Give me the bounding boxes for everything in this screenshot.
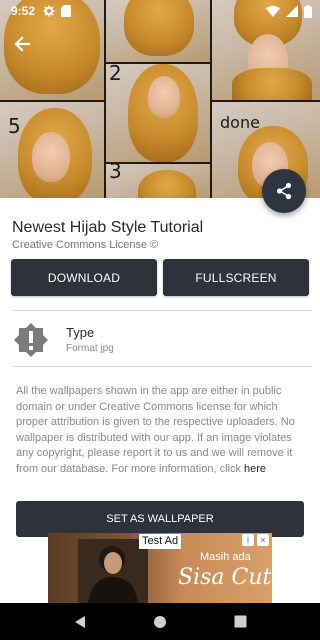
tutorial-step-tile: 3 bbox=[106, 164, 210, 198]
ad-headline: Masih ada bbox=[200, 551, 251, 563]
system-nav-bar bbox=[0, 603, 320, 640]
set-as-wallpaper-button[interactable]: SET AS WALLPAPER bbox=[16, 501, 304, 537]
share-icon bbox=[276, 182, 292, 200]
step-number-label: 2 bbox=[109, 64, 122, 85]
share-button[interactable] bbox=[262, 169, 306, 213]
back-button[interactable] bbox=[8, 30, 36, 58]
divider bbox=[12, 366, 312, 367]
divider bbox=[12, 310, 312, 311]
ad-choices[interactable]: i × bbox=[242, 534, 269, 546]
status-time: 9:52 bbox=[11, 4, 36, 18]
signal-icon bbox=[286, 5, 298, 17]
back-icon[interactable] bbox=[73, 615, 87, 629]
disclaimer-text: All the wallpapers shown in the app are … bbox=[16, 385, 295, 475]
test-ad-tag: Test Ad bbox=[139, 534, 182, 549]
wifi-icon bbox=[266, 5, 280, 17]
copyright-disclaimer: All the wallpapers shown in the app are … bbox=[16, 384, 308, 478]
fullscreen-button[interactable]: FULLSCREEN bbox=[163, 259, 309, 296]
status-bar: 9:52 bbox=[0, 0, 320, 22]
download-button[interactable]: DOWNLOAD bbox=[11, 259, 157, 296]
alert-badge-icon bbox=[14, 323, 48, 357]
tutorial-step-tile: 2 bbox=[106, 64, 210, 162]
wallpaper-image[interactable]: 2 5 done 3 bbox=[0, 0, 320, 198]
ad-info-icon[interactable]: i bbox=[242, 534, 254, 546]
wallpaper-title: Newest Hijab Style Tutorial bbox=[12, 219, 204, 236]
type-label: Type bbox=[66, 325, 95, 340]
step-number-label: 5 bbox=[8, 114, 21, 138]
more-info-link[interactable]: here bbox=[244, 463, 266, 475]
wallpaper-detail-screen: 2 5 done 3 9:52 Newest Hijab Style Tutor… bbox=[0, 0, 320, 640]
format-value: Format jpg bbox=[66, 343, 114, 354]
home-icon[interactable] bbox=[153, 615, 167, 629]
gear-icon bbox=[43, 5, 55, 17]
arrow-left-icon bbox=[14, 36, 31, 52]
done-label: done bbox=[220, 113, 260, 132]
ad-person-image bbox=[78, 539, 148, 603]
ad-banner[interactable]: Test Ad i × Masih ada Sisa Cuti? bbox=[48, 533, 272, 603]
license-label: Creative Commons License © bbox=[12, 239, 159, 251]
ad-close-icon[interactable]: × bbox=[257, 534, 269, 546]
ad-tagline: Sisa Cuti? bbox=[178, 565, 272, 590]
sd-card-icon bbox=[61, 5, 72, 17]
recents-icon[interactable] bbox=[234, 615, 247, 628]
step-number-label: 3 bbox=[109, 164, 122, 183]
battery-icon bbox=[304, 4, 312, 18]
tutorial-step-tile: 5 bbox=[0, 102, 104, 198]
